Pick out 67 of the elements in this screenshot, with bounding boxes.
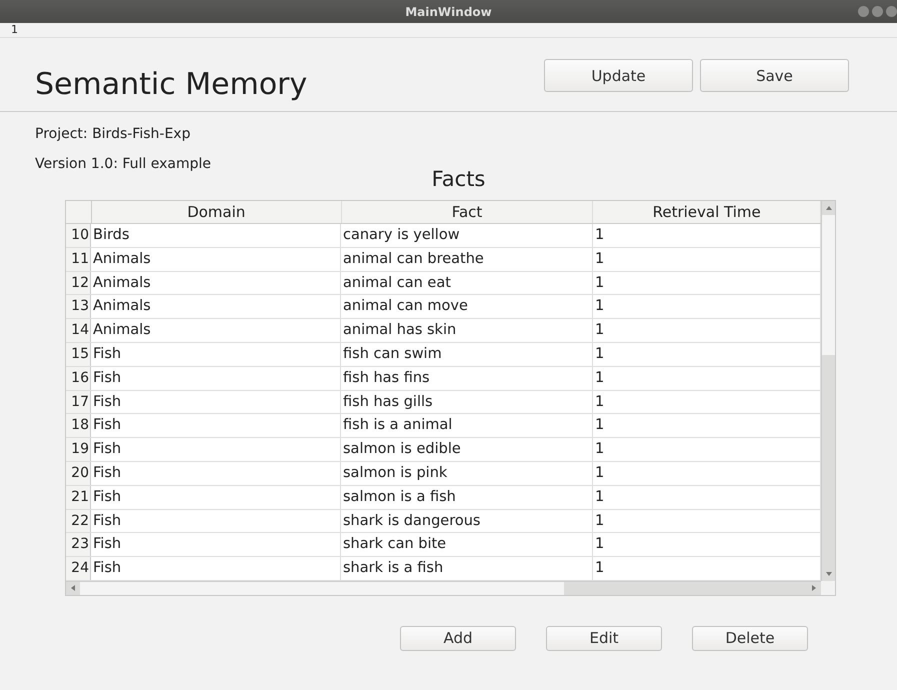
section-title: Facts xyxy=(430,166,486,192)
table-cell: shark is dangerous xyxy=(341,510,593,532)
table-cell: Fish xyxy=(91,533,341,556)
table-cell: Fish xyxy=(91,342,341,366)
close-icon[interactable] xyxy=(886,6,897,17)
table-cell: Fish xyxy=(91,438,341,461)
project-label: Project: Birds-Fish-Exp xyxy=(35,125,192,144)
table-cell: Fish xyxy=(91,462,341,485)
row-number: 21 xyxy=(66,486,91,509)
action-button[interactable]: Add xyxy=(400,626,516,651)
table-cell: salmon is pink xyxy=(341,462,593,485)
app-heading: Semantic Memory xyxy=(35,67,308,103)
scroll-left-icon[interactable] xyxy=(70,584,76,592)
table-cell: fish can swim xyxy=(341,342,593,366)
table-cell: salmon is edible xyxy=(341,438,593,461)
table-cell: animal can eat xyxy=(341,272,593,294)
row-number: 19 xyxy=(66,438,91,461)
menu-item[interactable]: 1 xyxy=(11,23,18,36)
table-cell: shark is a fish xyxy=(341,557,593,580)
table-cell: animal can breathe xyxy=(341,248,593,271)
table-cell: Birds xyxy=(91,224,341,247)
row-number: 14 xyxy=(66,319,91,342)
table-cell: animal can move xyxy=(341,295,593,318)
toolbar-button[interactable]: Save xyxy=(700,59,849,92)
table-cell: Fish xyxy=(91,366,341,390)
maximize-icon[interactable] xyxy=(872,6,883,17)
row-number: 12 xyxy=(66,272,91,294)
scroll-down-icon[interactable] xyxy=(824,570,832,577)
row-number: 24 xyxy=(66,557,91,580)
row-number: 11 xyxy=(66,248,91,271)
table-cell: fish has fins xyxy=(341,366,593,390)
scroll-right-icon[interactable] xyxy=(811,584,817,592)
table-cell: Fish xyxy=(91,510,341,532)
table-cell: fish is a animal xyxy=(341,414,593,438)
table-cell: shark can bite xyxy=(341,533,593,556)
version-label: Version 1.0: Full example xyxy=(35,155,212,174)
row-number: 13 xyxy=(66,295,91,318)
column-header[interactable]: Domain xyxy=(92,201,342,223)
toolbar-button[interactable]: Update xyxy=(544,59,693,92)
vertical-scrollbar[interactable] xyxy=(821,201,835,581)
row-number: 23 xyxy=(66,533,91,556)
table-cell: Animals xyxy=(91,248,341,271)
table-cell: canary is yellow xyxy=(341,224,593,247)
window-title: MainWindow xyxy=(405,4,492,18)
action-button[interactable]: Edit xyxy=(546,626,662,651)
row-number: 15 xyxy=(66,342,91,366)
row-number: 22 xyxy=(66,510,91,532)
table-cell: Fish xyxy=(91,486,341,509)
row-number: 18 xyxy=(66,414,91,438)
row-number: 20 xyxy=(66,462,91,485)
table-cell: Fish xyxy=(91,414,341,438)
scroll-up-icon[interactable] xyxy=(824,205,832,211)
table-cell: animal has skin xyxy=(341,319,593,342)
action-button[interactable]: Delete xyxy=(692,626,808,651)
horizontal-scrollbar[interactable] xyxy=(66,580,821,595)
table-cell: fish has gills xyxy=(341,390,593,414)
table-cell: Animals xyxy=(91,319,341,342)
minimize-icon[interactable] xyxy=(858,6,869,17)
row-number: 16 xyxy=(66,366,91,390)
table-cell: Fish xyxy=(91,390,341,414)
table-cell: Animals xyxy=(91,295,341,318)
table-cell: Animals xyxy=(91,272,341,294)
row-number: 17 xyxy=(66,390,91,414)
row-number: 10 xyxy=(66,224,91,247)
table-cell: Fish xyxy=(91,557,341,580)
column-header[interactable]: Fact xyxy=(342,201,594,223)
table-cell: salmon is a fish xyxy=(341,486,593,509)
